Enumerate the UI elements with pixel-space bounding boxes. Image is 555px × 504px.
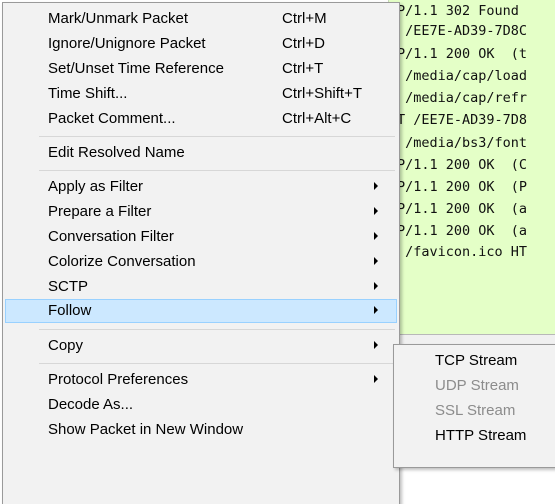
packet-row[interactable]: P/1.1 302 Found <box>397 1 519 21</box>
menu-item-label: Set/Unset Time Reference <box>48 60 224 77</box>
menu-item-colorize-conversation[interactable]: Colorize Conversation <box>5 250 397 274</box>
submenu-item-http-stream[interactable]: HTTP Stream <box>396 424 554 448</box>
submenu-arrow-icon <box>374 232 378 240</box>
submenu-item-udp-stream: UDP Stream <box>396 374 554 398</box>
menu-item-label: Show Packet in New Window <box>48 421 244 438</box>
menu-item-conversation-filter[interactable]: Conversation Filter <box>5 225 397 249</box>
menu-item-label: Protocol Preferences <box>48 371 189 388</box>
submenu-arrow-icon <box>374 257 378 265</box>
menu-item-label: Conversation Filter <box>48 228 174 245</box>
follow-submenu: TCP Stream UDP Stream SSL Stream HTTP St… <box>393 344 555 468</box>
submenu-item-label: UDP Stream <box>435 377 519 394</box>
wireshark-window: P/1.1 302 Found /EE7E-AD39-7D8C P/1.1 20… <box>0 0 555 504</box>
packet-row[interactable]: P/1.1 200 OK (a <box>397 221 527 241</box>
menu-item-label: Time Shift... <box>48 85 128 102</box>
packet-row[interactable]: P/1.1 200 OK (P <box>397 177 527 197</box>
menu-item-shortcut: Ctrl+Shift+T <box>282 85 363 102</box>
menu-item-follow[interactable]: Follow <box>5 299 397 323</box>
packet-row[interactable]: /media/cap/load <box>397 66 527 86</box>
submenu-item-label: TCP Stream <box>435 352 518 369</box>
menu-item-edit-resolved-name[interactable]: Edit Resolved Name <box>5 141 397 165</box>
packet-row[interactable]: P/1.1 200 OK (t <box>397 44 527 64</box>
submenu-arrow-icon <box>374 207 378 215</box>
submenu-arrow-icon <box>374 306 378 314</box>
menu-item-copy[interactable]: Copy <box>5 334 397 358</box>
menu-item-label: Prepare a Filter <box>48 203 152 220</box>
menu-separator <box>39 170 395 171</box>
menu-item-sctp[interactable]: SCTP <box>5 275 397 299</box>
menu-item-shortcut: Ctrl+Alt+C <box>282 110 352 127</box>
menu-separator <box>39 136 395 137</box>
menu-separator <box>39 363 395 364</box>
menu-item-label: Edit Resolved Name <box>48 144 185 161</box>
menu-item-label: Colorize Conversation <box>48 253 196 270</box>
submenu-item-label: SSL Stream <box>435 402 516 419</box>
menu-item-label: SCTP <box>48 278 89 295</box>
menu-item-label: Mark/Unmark Packet <box>48 10 189 27</box>
packet-list[interactable]: P/1.1 302 Found /EE7E-AD39-7D8C P/1.1 20… <box>388 0 555 334</box>
menu-item-label: Decode As... <box>48 396 134 413</box>
menu-item-set-unset-time-reference[interactable]: Set/Unset Time Reference Ctrl+T <box>5 57 397 81</box>
menu-item-label: Packet Comment... <box>48 110 176 127</box>
menu-item-label: Apply as Filter <box>48 178 144 195</box>
submenu-item-ssl-stream: SSL Stream <box>396 399 554 423</box>
packet-context-menu: Mark/Unmark Packet Ctrl+M Ignore/Unignor… <box>2 2 400 504</box>
menu-item-shortcut: Ctrl+D <box>282 35 325 52</box>
packet-row[interactable]: T /EE7E-AD39-7D8 <box>397 110 527 130</box>
packet-row[interactable]: /favicon.ico HT <box>397 242 527 262</box>
packet-row[interactable]: P/1.1 200 OK (C <box>397 155 527 175</box>
menu-item-shortcut: Ctrl+T <box>282 60 324 77</box>
submenu-arrow-icon <box>374 375 378 383</box>
menu-separator <box>39 329 395 330</box>
menu-item-prepare-a-filter[interactable]: Prepare a Filter <box>5 200 397 224</box>
menu-item-apply-as-filter[interactable]: Apply as Filter <box>5 175 397 199</box>
menu-item-show-packet-in-new-window[interactable]: Show Packet in New Window <box>5 418 397 442</box>
submenu-arrow-icon <box>374 182 378 190</box>
menu-item-decode-as[interactable]: Decode As... <box>5 393 397 417</box>
submenu-arrow-icon <box>374 282 378 290</box>
menu-item-protocol-preferences[interactable]: Protocol Preferences <box>5 368 397 392</box>
submenu-item-label: HTTP Stream <box>435 427 527 444</box>
packet-row[interactable]: /media/cap/refr <box>397 88 527 108</box>
submenu-arrow-icon <box>374 341 378 349</box>
packet-row[interactable]: /EE7E-AD39-7D8C <box>397 21 527 41</box>
packet-row[interactable]: /media/bs3/font <box>397 133 527 153</box>
menu-item-time-shift[interactable]: Time Shift... Ctrl+Shift+T <box>5 82 397 106</box>
menu-item-ignore-unignore-packet[interactable]: Ignore/Unignore Packet Ctrl+D <box>5 32 397 56</box>
menu-item-label: Ignore/Unignore Packet <box>48 35 206 52</box>
packet-row[interactable]: P/1.1 200 OK (a <box>397 199 527 219</box>
menu-item-mark-unmark-packet[interactable]: Mark/Unmark Packet Ctrl+M <box>5 7 397 31</box>
menu-item-label: Copy <box>48 337 84 354</box>
menu-item-packet-comment[interactable]: Packet Comment... Ctrl+Alt+C <box>5 107 397 131</box>
submenu-item-tcp-stream[interactable]: TCP Stream <box>396 349 554 373</box>
menu-item-shortcut: Ctrl+M <box>282 10 327 27</box>
menu-item-label: Follow <box>48 302 92 319</box>
